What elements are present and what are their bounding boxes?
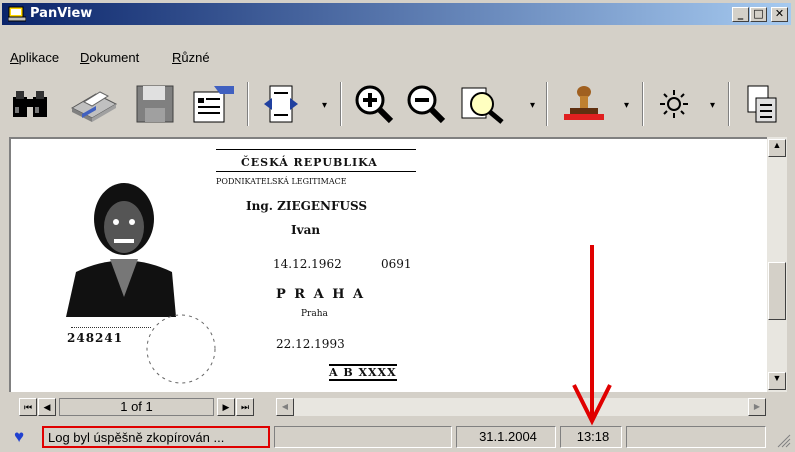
doc-header: ČESKÁ REPUBLIKA [241, 156, 378, 169]
export-icon [747, 85, 777, 123]
stamp-circle [146, 314, 216, 384]
app-icon [8, 6, 26, 22]
horizontal-scrollbar[interactable]: ◀ ▶ [276, 398, 766, 416]
status-empty-panel [274, 426, 452, 448]
scroll-left-button[interactable]: ◀ [276, 398, 294, 416]
page-flip-dropdown-icon[interactable]: ▾ [322, 100, 327, 111]
stamp-button[interactable] [558, 76, 610, 132]
scroll-right-button[interactable]: ▶ [748, 398, 766, 416]
toolbar-separator [546, 82, 548, 126]
page-flip-button[interactable] [260, 76, 302, 132]
zoom-dropdown-icon[interactable]: ▾ [530, 100, 535, 111]
properties-icon [193, 86, 234, 123]
doc-city: P R A H A [276, 287, 366, 302]
first-page-button[interactable]: ⏮ [19, 398, 37, 416]
close-button[interactable]: ✕ [771, 7, 788, 22]
menu-aplikace[interactable]: Aplikace [10, 50, 59, 65]
properties-button[interactable] [188, 76, 238, 132]
red-arrow-annotation [572, 245, 612, 426]
zoom-in-icon [355, 85, 394, 124]
find-button[interactable] [10, 76, 52, 132]
scroll-up-button[interactable]: ▲ [768, 139, 786, 157]
brightness-dropdown-icon[interactable]: ▾ [710, 100, 715, 111]
last-page-button[interactable]: ⏭ [236, 398, 254, 416]
toolbar: ▾ ▾ ▾ ▾ [2, 72, 791, 136]
toolbar-separator [247, 82, 249, 126]
title-bar[interactable]: PanView _ □ ✕ [2, 3, 791, 25]
zoom-area-icon [461, 87, 504, 124]
status-extra-panel [626, 426, 766, 448]
scroll-down-button[interactable]: ▼ [768, 372, 786, 390]
maximize-button[interactable]: □ [750, 7, 767, 22]
scroll-thumb[interactable] [768, 262, 786, 320]
zoom-out-icon [407, 85, 446, 124]
minimize-button[interactable]: _ [732, 7, 749, 22]
toolbar-separator [728, 82, 730, 126]
doc-code: 0691 [381, 257, 412, 271]
app-window: PanView _ □ ✕ Aplikace Dokument Různé ▾ … [0, 0, 795, 452]
stamp-icon [564, 86, 604, 120]
brightness-icon [660, 90, 688, 118]
menu-bar: Aplikace Dokument Různé [2, 46, 791, 68]
doc-birthdate: 14.12.1962 [273, 257, 342, 271]
print-icon [70, 91, 118, 122]
vertical-scrollbar[interactable]: ▲ ▼ [767, 137, 787, 392]
doc-serial: A B XXXX [329, 364, 397, 381]
signature-line-left [71, 327, 151, 328]
save-button[interactable] [132, 76, 178, 132]
window-title: PanView [30, 6, 93, 21]
status-date: 31.1.2004 [456, 426, 556, 448]
next-page-button[interactable]: ▶ [217, 398, 235, 416]
find-icon [13, 91, 47, 117]
resize-grip-icon[interactable] [775, 432, 791, 448]
doc-city-sub: Praha [301, 309, 328, 319]
menu-dokument[interactable]: Dokument [80, 50, 139, 65]
page-flip-icon [264, 85, 298, 123]
doc-subheader: PODNIKATELSKÁ LEGITIMACE [216, 177, 347, 186]
status-message: Log byl úspěšně zkopírován ... [42, 426, 270, 448]
zoom-out-button[interactable] [404, 76, 448, 132]
status-bar: ♥ Log byl úspěšně zkopírován ... 31.1.20… [0, 424, 795, 452]
doc-number: 248241 [67, 331, 124, 345]
zoom-in-button[interactable] [352, 76, 396, 132]
save-icon [136, 85, 174, 123]
heart-icon: ♥ [14, 427, 25, 446]
toolbar-separator [340, 82, 342, 126]
document-view[interactable]: 248241 ČESKÁ REPUBLIKA PODNIKATELSKÁ LEG… [9, 137, 767, 392]
brightness-button[interactable] [654, 76, 694, 132]
print-button[interactable] [64, 76, 122, 132]
doc-firstname: Ivan [291, 223, 321, 237]
doc-rule-top [216, 149, 416, 150]
zoom-area-button[interactable] [458, 76, 508, 132]
prev-page-button[interactable]: ◀ [38, 398, 56, 416]
status-time: 13:18 [560, 426, 622, 448]
doc-rule-middle [216, 171, 416, 172]
menu-ruzne[interactable]: Různé [172, 50, 210, 65]
toolbar-separator [642, 82, 644, 126]
photo [66, 183, 176, 317]
stamp-dropdown-icon[interactable]: ▾ [624, 100, 629, 111]
export-button[interactable] [742, 76, 782, 132]
doc-issue-date: 22.12.1993 [276, 337, 345, 351]
page-indicator: 1 of 1 [59, 398, 214, 416]
doc-surname: Ing. ZIEGENFUSS [246, 199, 368, 213]
